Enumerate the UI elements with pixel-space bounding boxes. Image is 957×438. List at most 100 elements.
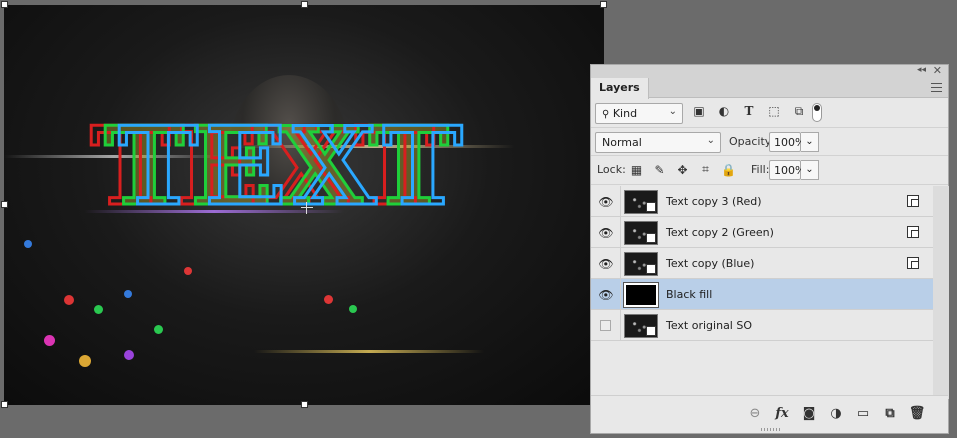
resize-grip[interactable] xyxy=(761,428,781,431)
layer-name: Text original SO xyxy=(666,319,752,332)
bokeh-light xyxy=(94,305,103,314)
layer-name: Text copy 2 (Green) xyxy=(666,226,774,239)
delete-layer-icon[interactable]: 🗑 xyxy=(908,404,926,422)
bokeh-light xyxy=(79,355,91,367)
divider xyxy=(620,310,621,341)
smart-object-link-icon xyxy=(907,226,919,238)
bokeh-light xyxy=(324,295,333,304)
eye-icon[interactable]: 👁 xyxy=(598,257,613,271)
adjustment-filter-icon[interactable]: ◐ xyxy=(716,103,732,119)
lock-icons: ▦ ✎ ✥ ⌗ 🔒 xyxy=(629,162,736,177)
bokeh-light xyxy=(44,335,55,346)
collapse-panel-icon[interactable]: ◂◂ xyxy=(917,65,926,75)
bokeh-light xyxy=(349,305,357,313)
blend-row: Normal ⌄ Opacity: 100% ⌄ xyxy=(591,128,948,156)
add-mask-icon[interactable]: ◙ xyxy=(800,404,818,422)
divider xyxy=(620,248,621,279)
layer-name: Black fill xyxy=(666,288,713,301)
layer-thumbnail xyxy=(624,314,658,338)
fill-field[interactable]: 100% ⌄ xyxy=(769,160,819,180)
smart-object-icon xyxy=(646,264,656,274)
layers-panel: ◂◂ ✕ Layers ⚲ Kind ⌄ ▣ ◐ T ⬚ ⧉ Normal ⌄ … xyxy=(590,64,949,434)
smart-object-link-icon xyxy=(907,195,919,207)
panel-title-bar: ◂◂ ✕ xyxy=(591,64,948,78)
shape-filter-icon[interactable]: ⬚ xyxy=(766,103,782,119)
lock-row: Lock: ▦ ✎ ✥ ⌗ 🔒 Fill: 100% ⌄ xyxy=(591,156,948,185)
filter-kind-select[interactable]: ⚲ Kind ⌄ xyxy=(595,103,683,124)
lock-image-icon[interactable]: ✎ xyxy=(652,162,667,177)
visibility-off-icon[interactable] xyxy=(600,320,611,331)
smart-object-icon xyxy=(646,233,656,243)
panel-tab-bar: Layers xyxy=(591,78,948,99)
divider xyxy=(620,279,621,310)
smart-object-icon xyxy=(646,326,656,336)
filter-kind-label: Kind xyxy=(612,107,638,120)
chevron-down-icon[interactable]: ⌄ xyxy=(801,132,819,152)
bokeh-light xyxy=(24,240,32,248)
layer-row[interactable]: 👁 Text copy (Blue) xyxy=(591,248,933,279)
transform-handle-bottom-left[interactable] xyxy=(1,401,8,408)
eye-icon[interactable]: 👁 xyxy=(598,226,613,240)
layer-name: Text copy (Blue) xyxy=(666,257,755,270)
eye-icon[interactable]: 👁 xyxy=(598,288,613,302)
fill-label: Fill: xyxy=(751,163,770,176)
layer-row[interactable]: 👁 Text copy 3 (Red) xyxy=(591,186,933,217)
divider xyxy=(620,186,621,217)
text-blue-layer: TEXT xyxy=(117,104,469,230)
transform-handle-top-left[interactable] xyxy=(1,1,8,8)
panel-menu-icon[interactable] xyxy=(931,83,942,92)
chevron-down-icon: ⌄ xyxy=(706,135,715,146)
new-adjustment-icon[interactable]: ◑ xyxy=(827,404,845,422)
link-layers-icon[interactable]: ⊖ xyxy=(746,404,764,422)
layers-scrollbar[interactable] xyxy=(933,186,949,399)
search-icon: ⚲ xyxy=(602,109,610,120)
bokeh-light xyxy=(154,325,163,334)
smart-object-icon xyxy=(646,202,656,212)
divider xyxy=(620,217,621,248)
layer-thumbnail xyxy=(624,190,658,214)
layer-row[interactable]: 👁 Text copy 2 (Green) xyxy=(591,217,933,248)
transform-handle-top-mid[interactable] xyxy=(301,1,308,8)
filter-toggle[interactable] xyxy=(812,103,822,122)
smart-object-filter-icon[interactable]: ⧉ xyxy=(791,103,807,119)
new-group-icon[interactable]: ▭ xyxy=(854,404,872,422)
filter-row: ⚲ Kind ⌄ ▣ ◐ T ⬚ ⧉ xyxy=(591,98,948,128)
smart-object-link-icon xyxy=(907,257,919,269)
layers-list: 👁 Text copy 3 (Red) 👁 Text copy 2 (Green… xyxy=(591,186,933,396)
lock-position-icon[interactable]: ✥ xyxy=(675,162,690,177)
layer-row-selected[interactable]: 👁 Black fill xyxy=(591,279,933,310)
tab-layers[interactable]: Layers xyxy=(591,78,649,99)
transform-handle-top-right[interactable] xyxy=(600,1,607,8)
panel-footer: ⊖ fx ◙ ◑ ▭ ⧉ 🗑 xyxy=(591,395,948,433)
close-panel-icon[interactable]: ✕ xyxy=(933,64,942,77)
new-layer-icon[interactable]: ⧉ xyxy=(881,404,899,422)
bokeh-light xyxy=(64,295,74,305)
filter-icons: ▣ ◐ T ⬚ ⧉ xyxy=(691,103,807,119)
light-streak xyxy=(254,350,484,353)
layer-thumbnail xyxy=(624,252,658,276)
opacity-field[interactable]: 100% ⌄ xyxy=(769,132,819,152)
bokeh-light xyxy=(124,290,132,298)
lock-artboard-icon[interactable]: ⌗ xyxy=(698,162,713,177)
document-canvas[interactable]: TEXT TEXT TEXT TEXT xyxy=(4,5,604,405)
layer-row[interactable]: Text original SO xyxy=(591,310,933,341)
layer-name: Text copy 3 (Red) xyxy=(666,195,762,208)
layer-thumbnail xyxy=(623,282,659,308)
lock-all-icon[interactable]: 🔒 xyxy=(721,162,736,177)
transform-handle-bottom-mid[interactable] xyxy=(301,401,308,408)
type-filter-icon[interactable]: T xyxy=(741,103,757,119)
chevron-down-icon[interactable]: ⌄ xyxy=(801,160,819,180)
lock-label: Lock: xyxy=(597,163,626,176)
eye-icon[interactable]: 👁 xyxy=(598,195,613,209)
bokeh-light xyxy=(184,267,192,275)
opacity-label: Opacity: xyxy=(729,135,775,148)
blend-mode-value: Normal xyxy=(602,136,642,149)
image-filter-icon[interactable]: ▣ xyxy=(691,103,707,119)
transform-handle-mid-left[interactable] xyxy=(1,201,8,208)
blend-mode-select[interactable]: Normal ⌄ xyxy=(595,132,721,153)
bokeh-light xyxy=(124,350,134,360)
layer-thumbnail xyxy=(624,221,658,245)
lock-transparent-icon[interactable]: ▦ xyxy=(629,162,644,177)
transform-center-icon[interactable] xyxy=(301,202,313,214)
fx-icon[interactable]: fx xyxy=(773,404,791,422)
